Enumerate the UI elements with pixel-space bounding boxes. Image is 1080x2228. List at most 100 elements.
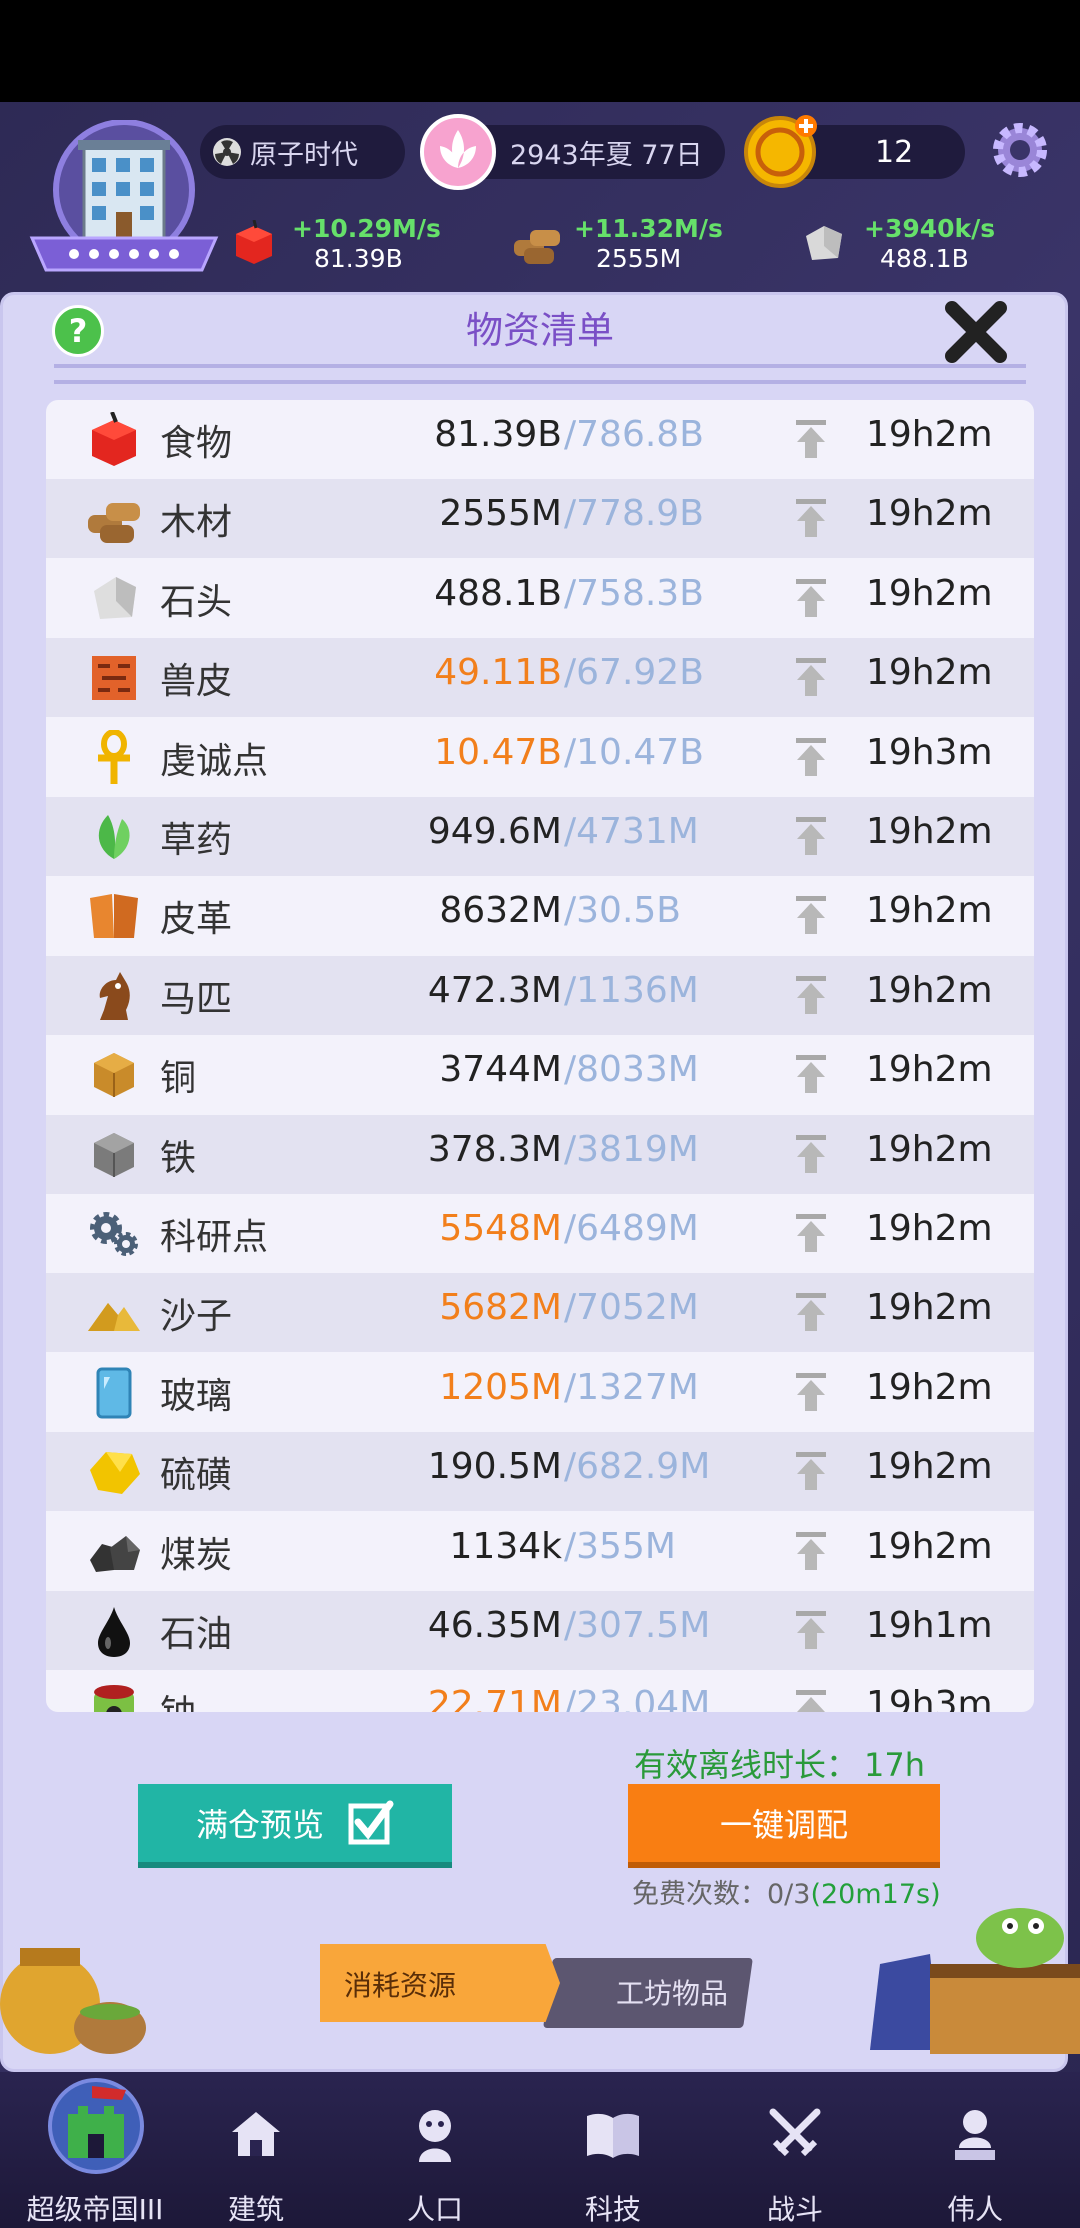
food-icon <box>232 219 276 270</box>
resource-capacity: /786.8B <box>564 414 704 455</box>
full-preview-button[interactable]: 满仓预览 <box>138 1784 452 1862</box>
resource-time: 19h3m <box>866 731 993 773</box>
auto-allocate-label: 一键调配 <box>719 1806 848 1844</box>
resource-capacity: /307.5M <box>564 1605 711 1646</box>
upgrade-arrow-icon[interactable] <box>794 815 828 857</box>
resource-current: 472.3M <box>427 969 562 1011</box>
nav-item-swords[interactable]: 战斗 <box>720 2070 870 2228</box>
list-item: 煤炭 1134k/355M 19h2m <box>46 1512 1034 1591</box>
resource-capacity: /355M <box>564 1525 676 1567</box>
list-item: 硫磺 190.5M/682.9M 19h2m <box>46 1432 1034 1512</box>
coin-icon[interactable] <box>742 110 822 190</box>
upgrade-arrow-icon[interactable] <box>794 497 828 539</box>
era-pill[interactable]: 原子时代 <box>200 125 405 179</box>
resource-time: 19h2m <box>866 1208 993 1249</box>
checkbox-icon <box>348 1800 394 1846</box>
list-item: 铁 378.3M/3819M 19h2m <box>46 1114 1034 1194</box>
resource-name: 沙子 <box>160 1296 233 1338</box>
upgrade-arrow-icon[interactable] <box>794 418 828 460</box>
resource-name: 马匹 <box>160 978 233 1020</box>
free-count-label: 免费次数：0/3 <box>632 1879 811 1910</box>
wood-rate: +11.32M/s <box>574 214 723 243</box>
resource-time: 19h2m <box>866 811 993 852</box>
resource-time: 19h1m <box>866 1605 993 1646</box>
nav-label: 战斗 <box>766 2193 823 2226</box>
upgrade-arrow-icon[interactable] <box>794 1212 828 1254</box>
lotus-icon[interactable] <box>418 112 498 192</box>
nav-label: 科技 <box>584 2193 641 2226</box>
resource-capacity: /67.92B <box>564 652 704 694</box>
resource-capacity: /682.9M <box>564 1446 711 1488</box>
house-icon <box>226 2104 286 2168</box>
resource-time: 19h2m <box>866 572 993 614</box>
resource-current: 5682M <box>439 1287 562 1329</box>
materials-list[interactable]: 食物 81.39B/786.8B 19h2m 木材 2555M/778.9B 19h2m 石… <box>46 400 1034 1712</box>
resource-current: 81.39B <box>434 414 562 455</box>
resource-current: 378.3M <box>427 1128 562 1170</box>
offline-label: 有效离线时长： <box>634 1746 859 1784</box>
resource-time: 19h2m <box>866 414 993 455</box>
nav-label: 伟人 <box>946 2193 1003 2226</box>
nav-label: 超级帝国III <box>26 2193 164 2226</box>
upgrade-arrow-icon[interactable] <box>794 1688 828 1712</box>
resource-current: 1205M <box>439 1366 562 1408</box>
list-item: 食物 81.39B/786.8B 19h2m <box>46 400 1034 479</box>
horse-icon <box>86 968 142 1024</box>
settings-gear-icon[interactable] <box>988 118 1052 182</box>
nav-item-house[interactable]: 建筑 <box>181 2070 331 2228</box>
nav-item-book[interactable]: 科技 <box>538 2070 688 2228</box>
resource-name: 皮革 <box>160 899 233 941</box>
resource-name: 煤炭 <box>160 1534 233 1576</box>
resource-current: 3744M <box>439 1049 562 1091</box>
food-icon <box>86 411 142 468</box>
tab-consume-resources-label: 消耗资源 <box>344 1969 457 2002</box>
resource-time: 19h2m <box>866 1525 993 1567</box>
nav-item-castle[interactable]: 超级帝国III <box>20 2070 170 2228</box>
upgrade-arrow-icon[interactable] <box>794 1133 828 1175</box>
list-item: 兽皮 49.11B/67.92B 19h2m <box>46 638 1034 718</box>
oil-icon <box>86 1603 142 1659</box>
upgrade-arrow-icon[interactable] <box>794 1609 828 1651</box>
radiation-icon <box>212 137 242 174</box>
upgrade-arrow-icon[interactable] <box>794 736 828 778</box>
food-value: 81.39B <box>314 244 403 273</box>
upgrade-arrow-icon[interactable] <box>794 1371 828 1413</box>
list-item: 皮革 8632M/30.5B 19h2m <box>46 876 1034 955</box>
auto-allocate-button[interactable]: 一键调配 <box>628 1784 940 1862</box>
panel-divider <box>54 364 1026 384</box>
resource-current: 22.71M <box>427 1684 562 1712</box>
upgrade-arrow-icon[interactable] <box>794 656 828 698</box>
resource-current: 49.11B <box>434 652 562 694</box>
upgrade-arrow-icon[interactable] <box>794 1450 828 1492</box>
resource-capacity: /1327M <box>564 1366 699 1408</box>
list-item: 铀 22.71M/23.04M 19h3m <box>46 1670 1034 1712</box>
resource-name: 玻璃 <box>160 1375 233 1417</box>
list-item: 马匹 472.3M/1136M 19h2m <box>46 955 1034 1035</box>
stone-icon <box>86 571 142 627</box>
list-item: 石头 488.1B/758.3B 19h2m <box>46 559 1034 638</box>
resource-current: 2555M <box>439 493 562 535</box>
nav-item-bust[interactable]: 伟人 <box>900 2070 1050 2228</box>
close-icon[interactable] <box>944 300 1008 364</box>
nav-item-person[interactable]: 人口 <box>360 2070 510 2228</box>
upgrade-arrow-icon[interactable] <box>794 894 828 936</box>
resource-name: 石头 <box>160 581 233 623</box>
list-item: 木材 2555M/778.9B 19h2m <box>46 479 1034 559</box>
resource-time: 19h3m <box>866 1684 993 1712</box>
stone-icon <box>800 222 846 268</box>
list-item: 虔诚点 10.47B/10.47B 19h3m <box>46 718 1034 797</box>
resource-time: 19h2m <box>866 969 993 1011</box>
hide-icon <box>86 650 142 706</box>
swords-icon <box>765 2104 825 2168</box>
upgrade-arrow-icon[interactable] <box>794 1530 828 1572</box>
upgrade-arrow-icon[interactable] <box>794 577 828 619</box>
city-avatar[interactable] <box>24 119 224 285</box>
upgrade-arrow-icon[interactable] <box>794 1053 828 1095</box>
upgrade-arrow-icon[interactable] <box>794 1291 828 1333</box>
uranium-icon <box>86 1682 142 1712</box>
upgrade-arrow-icon[interactable] <box>794 974 828 1016</box>
coin-count: 12 <box>875 134 914 170</box>
resource-capacity: /23.04M <box>564 1684 711 1712</box>
resource-time: 19h2m <box>866 1049 993 1091</box>
list-item: 铜 3744M/8033M 19h2m <box>46 1035 1034 1114</box>
